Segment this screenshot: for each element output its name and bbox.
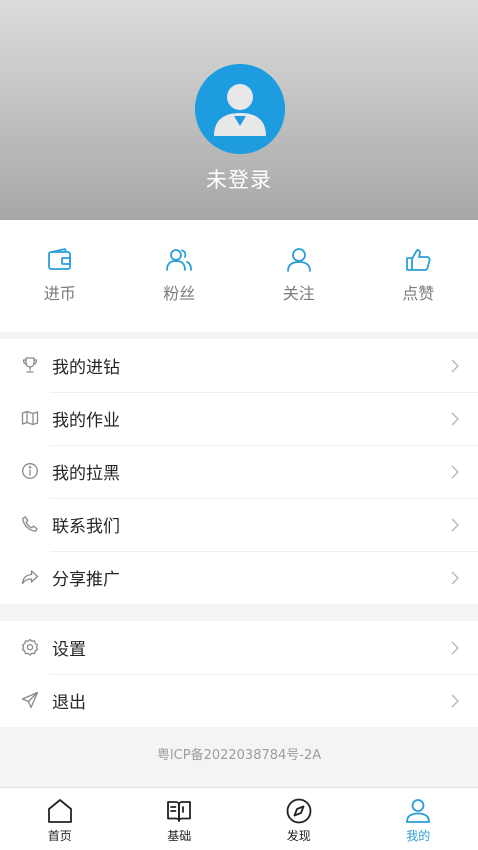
chevron-right-icon bbox=[450, 411, 460, 427]
menu-item-label: 退出 bbox=[52, 693, 86, 713]
menu-item-label: 分享推广 bbox=[52, 570, 120, 590]
stat-coins[interactable]: 进币 bbox=[0, 220, 120, 332]
menu-item-label: 设置 bbox=[52, 640, 86, 660]
stat-follow[interactable]: 关注 bbox=[239, 220, 359, 332]
menu-item-label: 我的拉黑 bbox=[52, 464, 120, 484]
tab-label: 发现 bbox=[286, 829, 311, 843]
icp-license[interactable]: 粤ICP备2022038784号-2A bbox=[0, 744, 478, 763]
chevron-right-icon bbox=[450, 517, 460, 533]
stat-coins-label: 进币 bbox=[43, 284, 76, 303]
menu-item-blocklist[interactable]: 我的拉黑 bbox=[0, 445, 478, 498]
avatar[interactable] bbox=[195, 64, 285, 154]
chevron-right-icon bbox=[450, 464, 460, 480]
stat-follow-label: 关注 bbox=[282, 284, 315, 303]
thumbs-up-icon bbox=[406, 249, 431, 271]
stat-likes[interactable]: 点赞 bbox=[359, 220, 478, 332]
profile-header: 未登录 bbox=[0, 0, 478, 220]
chevron-right-icon bbox=[450, 640, 460, 656]
menu-secondary: 设置 退出 bbox=[0, 621, 478, 727]
login-status[interactable]: 未登录 bbox=[0, 164, 478, 194]
stats-bar: 进币 粉丝 关注 点赞 bbox=[0, 220, 478, 332]
share-icon bbox=[21, 568, 39, 586]
tab-label: 首页 bbox=[47, 829, 72, 843]
menu-item-share[interactable]: 分享推广 bbox=[0, 551, 478, 604]
trophy-icon bbox=[21, 356, 39, 374]
tab-label: 我的 bbox=[406, 829, 431, 843]
tab-label: 基础 bbox=[167, 829, 192, 843]
menu-item-logout[interactable]: 退出 bbox=[0, 674, 478, 727]
menu-item-contact[interactable]: 联系我们 bbox=[0, 498, 478, 551]
compass-icon bbox=[286, 798, 312, 824]
send-icon bbox=[21, 691, 39, 709]
menu-primary: 我的进钻 我的作业 我的拉黑 联系我们 分享推广 bbox=[0, 339, 478, 604]
stat-likes-label: 点赞 bbox=[402, 284, 435, 303]
menu-item-homework[interactable]: 我的作业 bbox=[0, 392, 478, 445]
fans-icon bbox=[166, 249, 193, 271]
wallet-icon bbox=[47, 248, 71, 270]
book-icon bbox=[167, 801, 192, 822]
chevron-right-icon bbox=[450, 693, 460, 709]
menu-item-label: 我的作业 bbox=[52, 411, 120, 431]
info-icon bbox=[21, 462, 39, 480]
user-icon bbox=[406, 799, 431, 823]
menu-item-label: 联系我们 bbox=[52, 517, 120, 537]
chevron-right-icon bbox=[450, 358, 460, 374]
tab-mine[interactable]: 我的 bbox=[359, 788, 478, 850]
tab-home[interactable]: 首页 bbox=[0, 788, 120, 850]
home-icon bbox=[47, 799, 72, 823]
stat-fans-label: 粉丝 bbox=[163, 284, 196, 303]
bottom-tab-bar: 首页 基础 发现 我的 bbox=[0, 787, 478, 850]
phone-icon bbox=[21, 515, 39, 533]
menu-item-settings[interactable]: 设置 bbox=[0, 621, 478, 674]
tab-basics[interactable]: 基础 bbox=[120, 788, 240, 850]
chevron-right-icon bbox=[450, 570, 460, 586]
tab-discover[interactable]: 发现 bbox=[239, 788, 359, 850]
stat-fans[interactable]: 粉丝 bbox=[120, 220, 240, 332]
gear-icon bbox=[21, 638, 39, 656]
menu-item-diamonds[interactable]: 我的进钻 bbox=[0, 339, 478, 392]
follow-icon bbox=[286, 248, 311, 272]
map-icon bbox=[21, 409, 39, 427]
menu-item-label: 我的进钻 bbox=[52, 358, 120, 378]
user-avatar-icon bbox=[195, 64, 285, 154]
